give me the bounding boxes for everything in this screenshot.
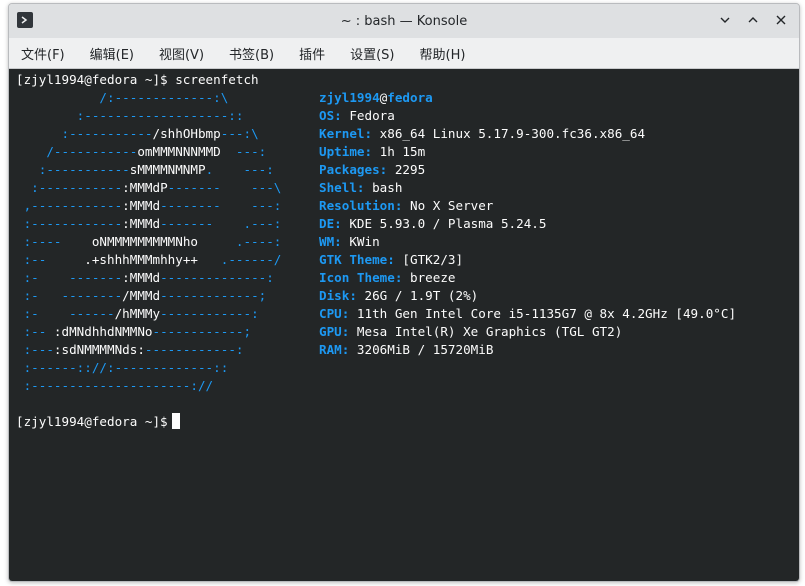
info-row: RAM: 3206MiB / 15720MiB: [319, 341, 493, 359]
menu-bookmarks[interactable]: 书签(B): [221, 40, 282, 67]
logo-line: :------:://:-------------::: [16, 360, 229, 375]
info-key: GPU:: [319, 324, 350, 339]
info-key: RAM:: [319, 342, 350, 357]
close-icon[interactable]: [771, 10, 791, 30]
info-value: 3206MiB / 15720MiB: [349, 342, 494, 357]
info-row: Icon Theme: breeze: [319, 269, 455, 287]
logo-line: :-------------------::: [16, 108, 244, 123]
logo-line: :---------------------://: [16, 378, 214, 393]
info-value: No X Server: [402, 198, 494, 213]
info-row: Disk: 26G / 1.9T (2%): [319, 287, 478, 305]
info-value: bash: [364, 180, 403, 195]
info-value: 11th Gen Intel Core i5-1135G7 @ 8x 4.2GH…: [349, 306, 737, 321]
info-value: Fedora: [341, 108, 395, 123]
info-row: DE: KDE 5.93.0 / Plasma 5.24.5: [319, 215, 546, 233]
info-row: Kernel: x86_64 Linux 5.17.9-300.fc36.x86…: [319, 125, 645, 143]
info-value: x86_64 Linux 5.17.9-300.fc36.x86_64: [372, 126, 646, 141]
menu-view[interactable]: 视图(V): [151, 40, 212, 67]
minimize-icon[interactable]: [743, 10, 763, 30]
info-key: Kernel:: [319, 126, 373, 141]
menu-edit[interactable]: 编辑(E): [82, 40, 142, 67]
prompt-line-2: [zjyl1994@fedora ~]$: [16, 413, 799, 431]
info-value: Mesa Intel(R) Xe Graphics (TGL GT2): [349, 324, 623, 339]
cursor: [171, 413, 180, 429]
info-value: KWin: [341, 234, 380, 249]
info-row: GTK Theme: [GTK2/3]: [319, 251, 463, 269]
info-key: GTK Theme:: [319, 252, 395, 267]
chevron-down-icon[interactable]: [715, 10, 735, 30]
info-key: CPU:: [319, 306, 350, 321]
logo-line: :---- oNMMMMMMMMMNho .----:: [16, 234, 282, 249]
info-value: breeze: [402, 270, 456, 285]
info-row: Shell: bash: [319, 179, 402, 197]
konsole-icon[interactable]: [17, 12, 33, 28]
user-host: zjyl1994@fedora: [319, 90, 433, 105]
info-key: Disk:: [319, 288, 357, 303]
info-row: Resolution: No X Server: [319, 197, 493, 215]
info-value: [GTK2/3]: [394, 252, 464, 267]
info-key: Uptime:: [319, 144, 373, 159]
info-key: WM:: [319, 234, 342, 249]
menu-plugins[interactable]: 插件: [291, 40, 333, 67]
info-key: Packages:: [319, 162, 388, 177]
menu-bar: 文件(F) 编辑(E) 视图(V) 书签(B) 插件 设置(S) 帮助(H): [9, 38, 799, 69]
info-row: Uptime: 1h 15m: [319, 143, 425, 161]
prompt-line: [zjyl1994@fedora ~]$ screenfetch: [16, 72, 259, 87]
title-bar[interactable]: ~ : bash — Konsole: [9, 4, 799, 38]
info-row: Packages: 2295: [319, 161, 425, 179]
info-key: DE:: [319, 216, 342, 231]
info-row: CPU: 11th Gen Intel Core i5-1135G7 @ 8x …: [319, 305, 736, 323]
info-row: OS: Fedora: [319, 107, 395, 125]
info-key: OS:: [319, 108, 342, 123]
info-value: KDE 5.93.0 / Plasma 5.24.5: [341, 216, 547, 231]
logo-line: :-----------:MMMdP------- ---\: [16, 180, 282, 195]
info-row: GPU: Mesa Intel(R) Xe Graphics (TGL GT2): [319, 323, 622, 341]
info-key: Shell:: [319, 180, 365, 195]
konsole-window: ~ : bash — Konsole 文件(F) 编辑(E) 视图(V) 书签(…: [8, 3, 800, 582]
menu-settings[interactable]: 设置(S): [342, 40, 402, 67]
info-row: WM: KWin: [319, 233, 380, 251]
info-value: 26G / 1.9T (2%): [356, 288, 479, 303]
info-key: Resolution:: [319, 198, 403, 213]
info-value: 1h 15m: [372, 144, 426, 159]
info-key: Icon Theme:: [319, 270, 403, 285]
window-title: ~ : bash — Konsole: [340, 13, 468, 29]
terminal-area[interactable]: [zjyl1994@fedora ~]$ screenfetch /:-----…: [9, 69, 799, 581]
menu-file[interactable]: 文件(F): [13, 40, 73, 67]
menu-help[interactable]: 帮助(H): [412, 40, 474, 67]
info-value: 2295: [387, 162, 426, 177]
